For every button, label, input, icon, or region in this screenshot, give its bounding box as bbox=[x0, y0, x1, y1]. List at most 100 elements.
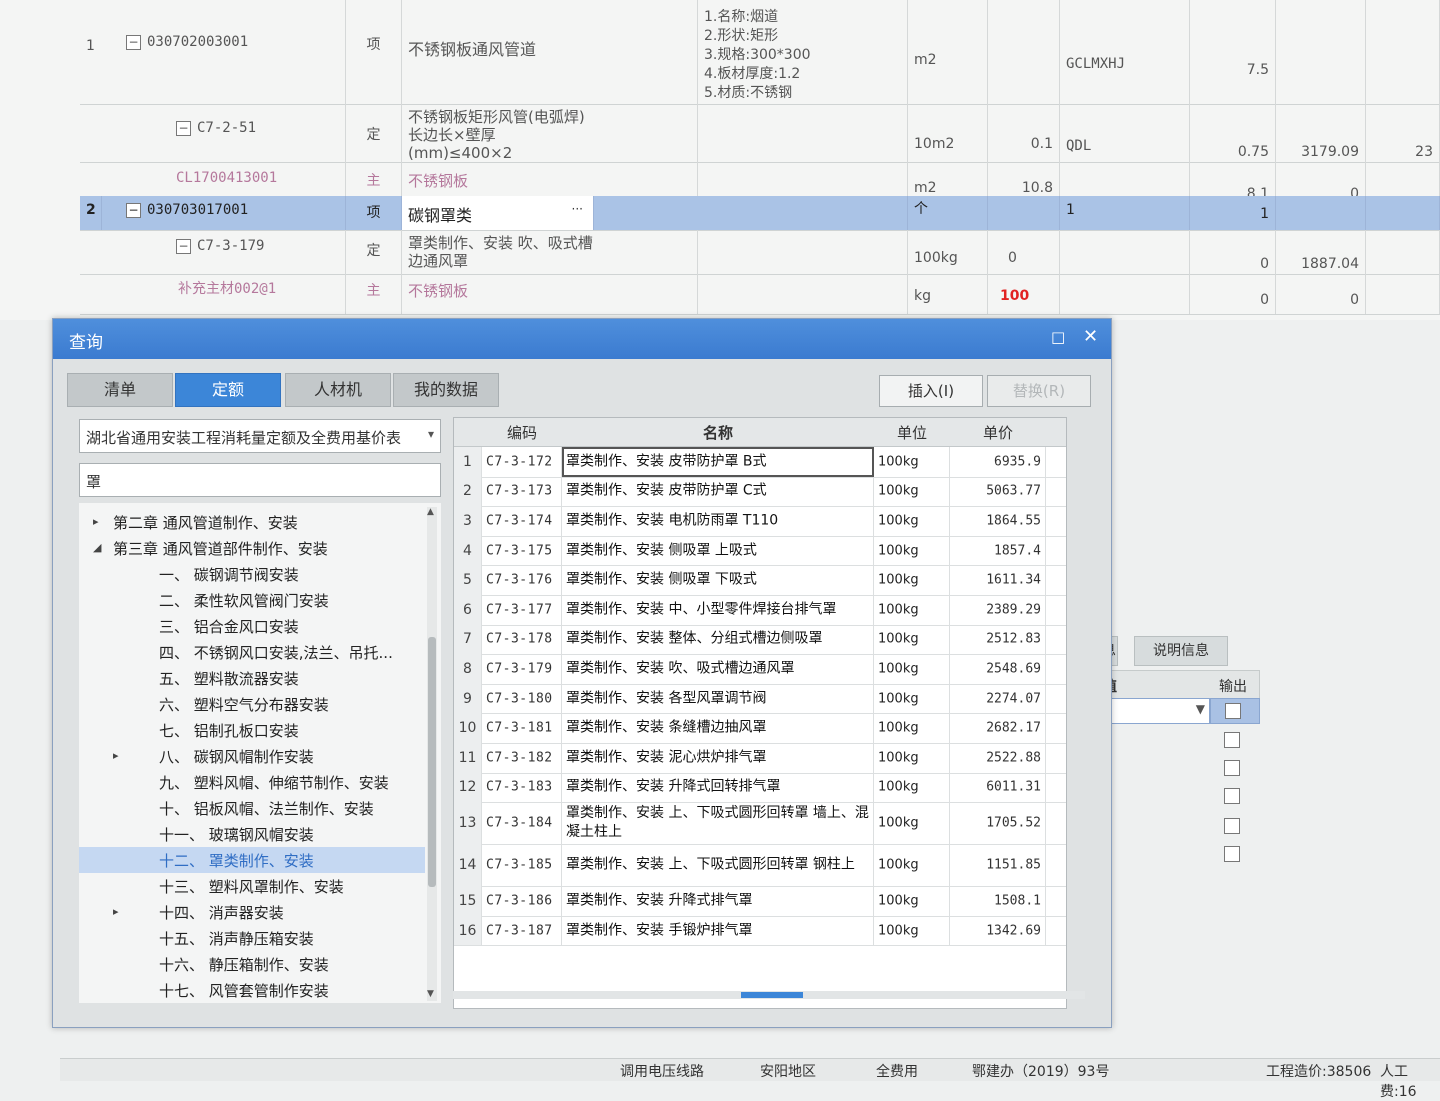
chevron-down-icon[interactable]: ▾ bbox=[428, 427, 434, 441]
name-cell[interactable]: 碳钢罩类 ··· bbox=[402, 196, 594, 230]
table-row[interactable]: 1 C7-3-172 罩类制作、安装 皮带防护罩 B式 100kg 6935.9 bbox=[454, 447, 1066, 478]
output-checkbox[interactable] bbox=[1225, 703, 1241, 719]
output-checkbox[interactable] bbox=[1224, 818, 1240, 834]
unit-cell[interactable]: 100kg bbox=[874, 886, 950, 916]
code-cell[interactable]: C7-3-184 bbox=[482, 802, 562, 845]
name-cell[interactable]: 罩类制作、安装 吹、吸式槽边通风罩 bbox=[402, 230, 698, 274]
code-cell[interactable]: C7-3-176 bbox=[482, 565, 562, 595]
name-cell[interactable]: 罩类制作、安装 条缝槽边抽风罩 bbox=[562, 713, 874, 743]
price-cell[interactable]: 2522.88 bbox=[950, 743, 1046, 773]
tree-item[interactable]: 五、 塑料散流器安装 bbox=[79, 665, 425, 691]
name-cell[interactable]: 罩类制作、安装 中、小型零件焊接台排气罩 bbox=[562, 595, 874, 625]
table-row[interactable]: 15 C7-3-186 罩类制作、安装 升降式排气罩 100kg 1508.1 bbox=[454, 886, 1066, 917]
tree-item[interactable]: 十二、 罩类制作、安装 bbox=[79, 847, 425, 873]
row-number[interactable]: 13 bbox=[454, 802, 482, 845]
scroll-thumb[interactable] bbox=[741, 992, 803, 998]
tab-description-info[interactable]: 说明信息 bbox=[1134, 636, 1228, 666]
tree-item[interactable]: 十六、 静压箱制作、安装 bbox=[79, 951, 425, 977]
expand-arrow-icon[interactable]: ▸ bbox=[93, 515, 99, 528]
name-cell[interactable]: 罩类制作、安装 手锻炉排气罩 bbox=[562, 915, 874, 946]
unit-cell[interactable]: 100kg bbox=[874, 915, 950, 946]
tree-item[interactable]: 一、 碳钢调节阀安装 bbox=[79, 561, 425, 587]
tree-item[interactable]: 六、 塑料空气分布器安装 bbox=[79, 691, 425, 717]
unit-cell[interactable]: 100kg bbox=[874, 772, 950, 803]
name-cell[interactable]: 罩类制作、安装 侧吸罩 上吸式 bbox=[562, 535, 874, 566]
replace-button[interactable]: 替换(R) bbox=[987, 375, 1091, 407]
code-cell[interactable]: C7-3-177 bbox=[482, 595, 562, 625]
unit-cell[interactable]: 100kg bbox=[874, 595, 950, 625]
price-cell[interactable]: 5063.77 bbox=[950, 476, 1046, 507]
name-cell[interactable]: 不锈钢板 bbox=[402, 274, 698, 314]
code-cell[interactable]: − C7-3-179 bbox=[120, 230, 346, 274]
output-checkbox[interactable] bbox=[1224, 760, 1240, 776]
name-cell[interactable]: 不锈钢板通风管道 bbox=[402, 0, 698, 104]
name-cell[interactable]: 罩类制作、安装 上、下吸式圆形回转罩 钢柱上 bbox=[562, 844, 874, 887]
output-checkbox[interactable] bbox=[1224, 788, 1240, 804]
row-number[interactable]: 6 bbox=[454, 595, 482, 625]
name-cell[interactable]: 罩类制作、安装 各型风罩调节阀 bbox=[562, 683, 874, 714]
library-select[interactable]: 湖北省通用安装工程消耗量定额及全费用基价表 ▾ bbox=[79, 419, 441, 453]
code-cell[interactable]: C7-3-180 bbox=[482, 683, 562, 714]
unit-cell[interactable]: 100kg bbox=[874, 802, 950, 845]
table-row[interactable]: 12 C7-3-183 罩类制作、安装 升降式回转排气罩 100kg 6011.31 bbox=[454, 772, 1066, 804]
scroll-thumb[interactable] bbox=[428, 637, 436, 887]
tree-item[interactable]: 九、 塑料风帽、伸缩节制作、安装 bbox=[79, 769, 425, 795]
code-cell[interactable]: CL1700413001 bbox=[120, 162, 346, 196]
tree-item[interactable]: 十七、 风管套管制作安装 bbox=[79, 977, 425, 1003]
row-number[interactable]: 14 bbox=[454, 844, 482, 887]
price-cell[interactable]: 2548.69 bbox=[950, 654, 1046, 684]
chevron-down-icon[interactable]: ▼ bbox=[1196, 702, 1205, 716]
output-checkbox[interactable] bbox=[1224, 846, 1240, 862]
tree-item[interactable]: 二、 柔性软风管阀门安装 bbox=[79, 587, 425, 613]
close-icon[interactable]: ✕ bbox=[1083, 326, 1098, 347]
collapse-arrow-icon[interactable]: ◢ bbox=[93, 541, 101, 554]
tab-my-data[interactable]: 我的数据 bbox=[393, 373, 499, 407]
price-cell[interactable]: 1857.4 bbox=[950, 535, 1046, 566]
tree-scrollbar[interactable]: ▲ ▼ bbox=[427, 507, 437, 1001]
name-cell[interactable]: 罩类制作、安装 升降式排气罩 bbox=[562, 886, 874, 916]
unit-cell[interactable]: 100kg bbox=[874, 535, 950, 566]
tab-materials[interactable]: 人材机 bbox=[285, 373, 391, 407]
name-cell[interactable]: 罩类制作、安装 皮带防护罩 B式 bbox=[562, 447, 874, 477]
name-cell[interactable]: 罩类制作、安装 电机防雨罩 T110 bbox=[562, 506, 874, 536]
tree-item[interactable]: 十五、 消声静压箱安装 bbox=[79, 925, 425, 951]
collapse-icon[interactable]: − bbox=[126, 34, 141, 50]
price-cell[interactable]: 2512.83 bbox=[950, 624, 1046, 655]
name-cell[interactable]: 罩类制作、安装 皮带防护罩 C式 bbox=[562, 476, 874, 507]
price-cell[interactable]: 1611.34 bbox=[950, 565, 1046, 595]
code-cell[interactable]: 补充主材002@1 bbox=[120, 274, 346, 314]
row-number[interactable]: 1 bbox=[454, 447, 482, 477]
collapse-icon[interactable]: − bbox=[176, 238, 191, 254]
tree-item[interactable]: 十、 铝板风帽、法兰制作、安装 bbox=[79, 795, 425, 821]
name-cell[interactable]: 不锈钢板矩形风管(电弧焊)长边长×壁厚(mm)≤400×2 bbox=[402, 104, 698, 162]
table-row[interactable]: CL1700413001 主 不锈钢板 m2 10.8 8.1 0 bbox=[80, 162, 1440, 197]
unit-cell[interactable]: 100kg bbox=[874, 506, 950, 536]
name-cell[interactable]: 不锈钢板 bbox=[402, 162, 698, 196]
header-code[interactable]: 编码 bbox=[482, 422, 562, 443]
name-cell[interactable]: 罩类制作、安装 整体、分组式槽边侧吸罩 bbox=[562, 624, 874, 655]
code-cell[interactable]: −030702003001 bbox=[120, 0, 346, 104]
tree-item[interactable]: ▸ 十四、 消声器安装 bbox=[79, 899, 425, 925]
header-name[interactable]: 名称 bbox=[562, 422, 874, 443]
row-number[interactable]: 3 bbox=[454, 506, 482, 536]
output-checkbox[interactable] bbox=[1224, 732, 1240, 748]
table-row[interactable]: 13 C7-3-184 罩类制作、安装 上、下吸式圆形回转罩 墙上、混凝土柱上 100… bbox=[454, 802, 1066, 846]
value-select[interactable]: ▼ bbox=[1100, 698, 1210, 724]
table-row[interactable]: 16 C7-3-187 罩类制作、安装 手锻炉排气罩 100kg 1342.69 bbox=[454, 915, 1066, 947]
tree-item[interactable]: ▸ 第二章 通风管道制作、安装 bbox=[79, 509, 425, 535]
unit-cell[interactable]: 100kg bbox=[874, 683, 950, 714]
table-row[interactable]: − C7-3-179 定 罩类制作、安装 吹、吸式槽边通风罩 100kg 0 0 … bbox=[80, 230, 1440, 275]
scroll-up-icon[interactable]: ▲ bbox=[427, 507, 434, 517]
expand-arrow-icon[interactable]: ▸ bbox=[113, 749, 119, 762]
row-number[interactable]: 15 bbox=[454, 886, 482, 916]
unit-cell[interactable]: 100kg bbox=[874, 447, 950, 477]
table-row[interactable]: 5 C7-3-176 罩类制作、安装 侧吸罩 下吸式 100kg 1611.34 bbox=[454, 565, 1066, 596]
table-row[interactable]: 4 C7-3-175 罩类制作、安装 侧吸罩 上吸式 100kg 1857.4 bbox=[454, 535, 1066, 567]
code-cell[interactable]: C7-3-174 bbox=[482, 506, 562, 536]
tab-bill[interactable]: 清单 bbox=[67, 373, 173, 407]
tree-item[interactable]: ▸ 八、 碳钢风帽制作安装 bbox=[79, 743, 425, 769]
table-row[interactable]: 7 C7-3-178 罩类制作、安装 整体、分组式槽边侧吸罩 100kg 2512.83 bbox=[454, 624, 1066, 656]
code-cell[interactable]: C7-3-185 bbox=[482, 844, 562, 887]
qty-cell[interactable]: 100 bbox=[988, 274, 1060, 314]
name-cell[interactable]: 罩类制作、安装 上、下吸式圆形回转罩 墙上、混凝土柱上 bbox=[562, 802, 874, 845]
